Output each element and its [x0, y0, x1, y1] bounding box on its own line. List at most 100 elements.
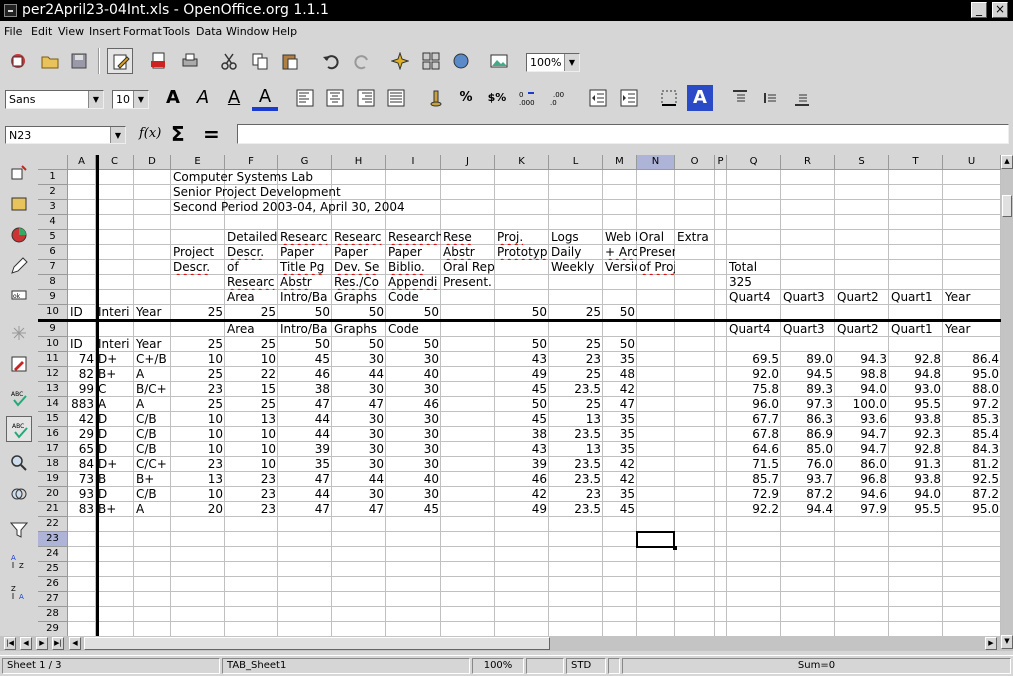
font-color-button[interactable]: A	[252, 85, 278, 111]
row-header[interactable]: 14	[38, 397, 68, 412]
row-header[interactable]: 19	[38, 472, 68, 487]
cell-g[interactable]: 50	[278, 337, 332, 352]
cell-f[interactable]: 10	[225, 427, 278, 442]
cell-r[interactable]: 94.4	[781, 502, 835, 517]
cell-t[interactable]: 92.8	[889, 442, 943, 457]
paste-button[interactable]	[277, 48, 303, 74]
cell-f[interactable]: 23	[225, 472, 278, 487]
cell-d[interactable]: C+/B	[134, 352, 171, 367]
cell-m[interactable]: 47	[603, 397, 637, 412]
column-header-q[interactable]: Q	[727, 155, 781, 170]
cell-r[interactable]: 76.0	[781, 457, 835, 472]
insert-mode[interactable]	[526, 658, 564, 674]
menu-edit[interactable]: Edit	[31, 25, 52, 38]
selection-mode[interactable]: STD	[566, 658, 606, 674]
cell-d[interactable]: A	[134, 397, 171, 412]
cell-l[interactable]: 23.5	[549, 427, 603, 442]
cell-c[interactable]: D	[96, 487, 134, 502]
cell-h[interactable]: 30	[332, 442, 386, 457]
row-header[interactable]: 10	[38, 337, 68, 352]
cell-e[interactable]: 10	[171, 427, 225, 442]
cell-c[interactable]: C	[96, 382, 134, 397]
undo-button[interactable]	[318, 48, 344, 74]
cell-k[interactable]: 39	[495, 457, 549, 472]
cell-c[interactable]: D+	[96, 457, 134, 472]
cell-h[interactable]: 30	[332, 457, 386, 472]
cell-m[interactable]: + Archiv	[603, 245, 637, 260]
cell-g[interactable]: 45	[278, 352, 332, 367]
column-header-m[interactable]: M	[603, 155, 637, 170]
cell-i[interactable]: 30	[386, 352, 441, 367]
cell-a[interactable]: 82	[68, 367, 96, 382]
cell-h[interactable]: Researc	[332, 230, 386, 245]
cell-i[interactable]: 30	[386, 487, 441, 502]
cell-s[interactable]: 97.9	[835, 502, 889, 517]
row-header[interactable]: 20	[38, 487, 68, 502]
cell-l[interactable]: 25	[549, 337, 603, 352]
cell-s[interactable]: 98.8	[835, 367, 889, 382]
row-header[interactable]: 21	[38, 502, 68, 517]
cell-g[interactable]: 44	[278, 427, 332, 442]
cell-m[interactable]: 35	[603, 352, 637, 367]
cell-i[interactable]: Biblio.	[386, 260, 441, 275]
new-document-button[interactable]	[5, 48, 31, 74]
cell-a[interactable]: 73	[68, 472, 96, 487]
chevron-down-icon[interactable]: ▼	[133, 91, 148, 108]
function-wizard-button[interactable]: f(x)	[139, 126, 161, 141]
column-header-s[interactable]: S	[835, 155, 889, 170]
cell-c[interactable]: D	[96, 412, 134, 427]
cell-m[interactable]: 35	[603, 412, 637, 427]
cell-a[interactable]: 83	[68, 502, 96, 517]
vertical-scrollbar[interactable]: ▲ ▼	[1001, 155, 1013, 651]
cell-e[interactable]: 23	[171, 382, 225, 397]
cell-r[interactable]: Quart3	[781, 322, 835, 337]
show-draw-functions-button[interactable]	[6, 253, 32, 279]
row-header[interactable]: 9	[38, 290, 68, 305]
select-all-corner[interactable]	[38, 155, 68, 170]
cell-r[interactable]: 86.9	[781, 427, 835, 442]
cell-u[interactable]: 85.4	[943, 427, 1001, 442]
column-header-j[interactable]: J	[441, 155, 495, 170]
italic-button[interactable]: A	[190, 85, 216, 111]
scroll-up-arrow-icon[interactable]: ▲	[1001, 155, 1013, 169]
cell-c[interactable]: D+	[96, 352, 134, 367]
column-header-r[interactable]: R	[781, 155, 835, 170]
cell-f[interactable]: 23	[225, 502, 278, 517]
cell-r[interactable]: 86.3	[781, 412, 835, 427]
cell-k[interactable]: Proj.	[495, 230, 549, 245]
cell-g[interactable]: 44	[278, 487, 332, 502]
cell-c[interactable]: B+	[96, 367, 134, 382]
row-header[interactable]: 7	[38, 260, 68, 275]
cell-t[interactable]: 95.5	[889, 502, 943, 517]
cell-f[interactable]: 10	[225, 457, 278, 472]
cell-e[interactable]: 23	[171, 457, 225, 472]
cell-f[interactable]: 22	[225, 367, 278, 382]
cell-q[interactable]: 67.8	[727, 427, 781, 442]
cell-e[interactable]: Computer Systems Lab	[171, 170, 411, 185]
cell-a[interactable]: 99	[68, 382, 96, 397]
row-header[interactable]: 26	[38, 577, 68, 592]
cell-k[interactable]: 46	[495, 472, 549, 487]
cell-e[interactable]: 25	[171, 397, 225, 412]
column-header-l[interactable]: L	[549, 155, 603, 170]
cell-u[interactable]: 86.4	[943, 352, 1001, 367]
cell-t[interactable]: 93.0	[889, 382, 943, 397]
row-header[interactable]: 6	[38, 245, 68, 260]
form-controls-button[interactable]: ok	[6, 284, 32, 310]
cell-a[interactable]: 29	[68, 427, 96, 442]
navigator-side-button[interactable]	[6, 481, 32, 507]
column-header-u[interactable]: U	[943, 155, 1001, 170]
print-button[interactable]	[177, 48, 203, 74]
cell-c[interactable]: Interi	[96, 305, 134, 320]
cell-h[interactable]: 50	[332, 337, 386, 352]
cell-q[interactable]: 325	[727, 275, 781, 290]
cell-l[interactable]: 23	[549, 487, 603, 502]
cell-m[interactable]: 42	[603, 472, 637, 487]
cell-f[interactable]: 10	[225, 352, 278, 367]
cell-c[interactable]: A	[96, 397, 134, 412]
cell-l[interactable]: 23.5	[549, 472, 603, 487]
row-header[interactable]: 9	[38, 322, 68, 337]
cell-c[interactable]: B	[96, 472, 134, 487]
close-button[interactable]: ×	[992, 2, 1008, 18]
cell-f[interactable]: 25	[225, 305, 278, 320]
